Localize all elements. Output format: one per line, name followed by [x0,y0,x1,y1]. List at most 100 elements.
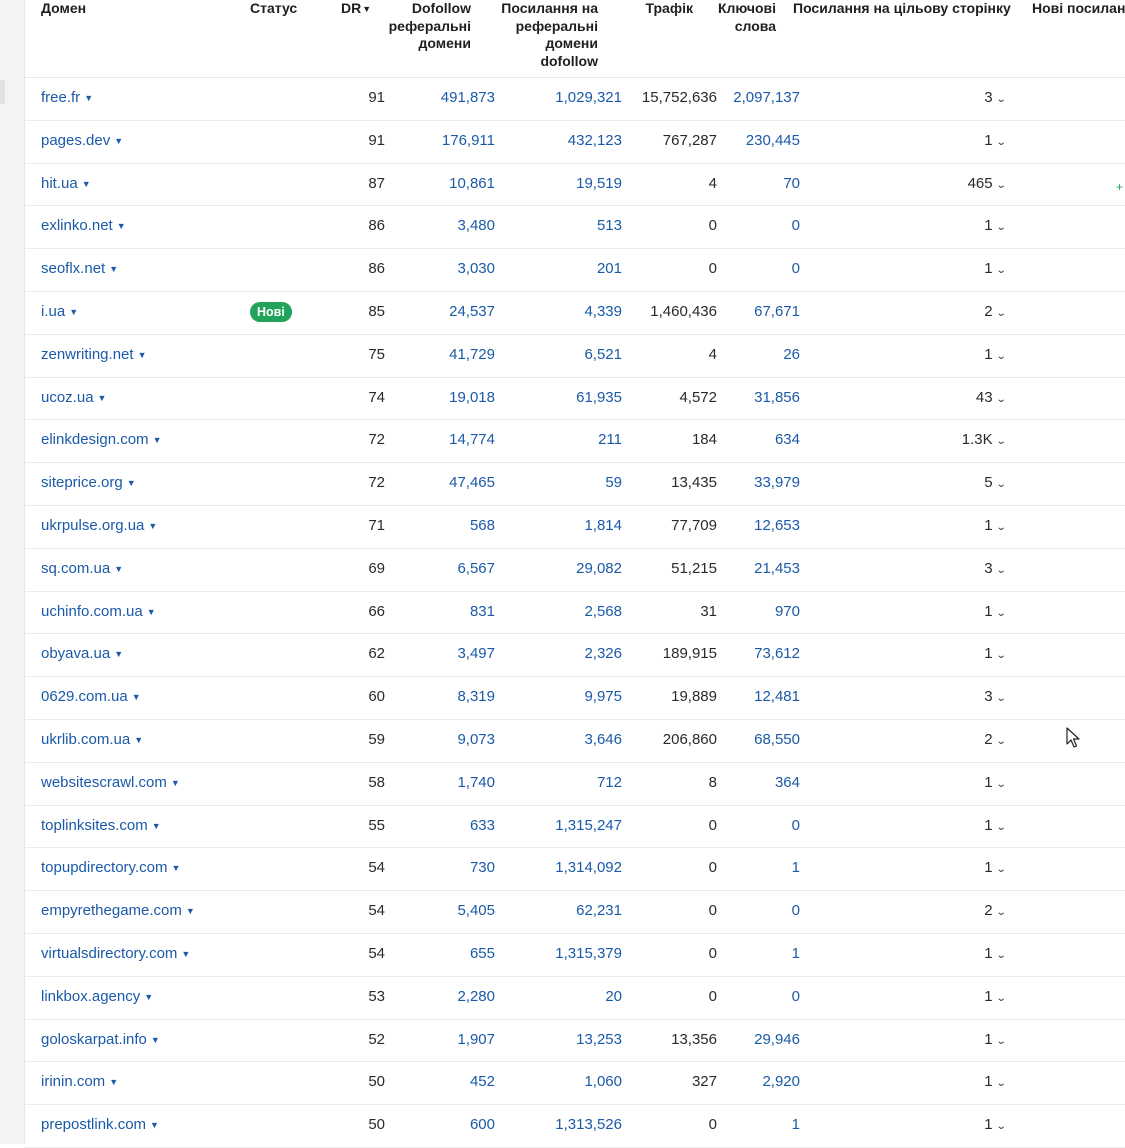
links-dofollow-value[interactable]: 29,082 [576,549,622,591]
target-links-dropdown[interactable]: 1 ⌄ [984,206,1006,248]
column-header-target-links[interactable]: Посилання на цільову сторінку [793,0,1011,18]
target-links-dropdown[interactable]: 465 ⌄ [968,164,1007,206]
column-header-keywords[interactable]: Ключові слова [718,0,776,35]
caret-down-icon[interactable]: ▼ [82,179,91,189]
caret-down-icon[interactable]: ▼ [127,478,136,488]
table-row[interactable]: websitescrawl.com ▼ 58 1,740 712 8 364 1 ⌄ [24,763,1125,806]
table-row[interactable]: topupdirectory.com ▼ 54 730 1,314,092 0 1 1 ⌄ [24,848,1125,892]
domain-link[interactable]: exlinko.net ▼ [41,206,126,248]
domain-link[interactable]: 0629.com.ua ▼ [41,677,141,719]
links-dofollow-value[interactable]: 4,339 [584,292,622,334]
chevron-down-icon[interactable]: ⌄ [995,551,1006,591]
chevron-down-icon[interactable]: ⌄ [995,166,1006,206]
dofollow-ref-domains-value[interactable]: 176,911 [442,121,495,163]
target-links-dropdown[interactable]: 3 ⌄ [984,78,1006,120]
chevron-down-icon[interactable]: ⌄ [995,80,1006,120]
caret-down-icon[interactable]: ▼ [171,863,180,873]
column-header-traffic[interactable]: Трафік [645,0,693,18]
dofollow-ref-domains-value[interactable]: 24,537 [449,292,495,334]
table-row[interactable]: ucoz.ua ▼ 74 19,018 61,935 4,572 31,856 43 ⌄ [24,378,1125,421]
table-row[interactable]: ukrpulse.org.ua ▼ 71 568 1,814 77,709 12,653 1 ⌄ [24,506,1125,549]
target-links-dropdown[interactable]: 1 ⌄ [984,335,1006,377]
dofollow-ref-domains-value[interactable]: 3,497 [457,634,495,676]
keywords-value[interactable]: 0 [792,249,800,291]
chevron-down-icon[interactable]: ⌄ [995,722,1006,762]
chevron-down-icon[interactable]: ⌄ [995,594,1006,634]
keywords-value[interactable]: 26 [783,335,800,377]
chevron-down-icon[interactable]: ⌄ [995,936,1006,976]
table-row[interactable]: virtualsdirectory.com ▼ 54 655 1,315,379 0 1 1 ⌄ [24,934,1125,977]
column-header-new-links[interactable]: Нові посилан [1032,0,1125,18]
table-row[interactable]: free.fr ▼ 91 491,873 1,029,321 15,752,636 2,09… [24,78,1125,121]
chevron-down-icon[interactable]: ⌄ [995,850,1006,890]
chevron-down-icon[interactable]: ⌄ [995,337,1006,377]
table-row[interactable]: i.ua ▼ Нові 85 24,537 4,339 1,460,436 67,671 2 ⌄ [24,292,1125,335]
chevron-down-icon[interactable]: ⌄ [995,1022,1006,1062]
table-row[interactable]: exlinko.net ▼ 86 3,480 513 0 0 1 ⌄ [24,206,1125,250]
table-row[interactable]: seoflx.net ▼ 86 3,030 201 0 0 1 ⌄ [24,249,1125,292]
table-row[interactable]: obyava.ua ▼ 62 3,497 2,326 189,915 73,612 1 ⌄ [24,634,1125,678]
column-header-domain[interactable]: Домен [41,0,86,18]
dofollow-ref-domains-value[interactable]: 1,907 [457,1020,495,1062]
chevron-down-icon[interactable]: ⌄ [995,765,1006,805]
domain-link[interactable]: siteprice.org ▼ [41,463,136,505]
domain-link[interactable]: ukrpulse.org.ua ▼ [41,506,157,548]
target-links-dropdown[interactable]: 1 ⌄ [984,121,1006,163]
chevron-down-icon[interactable]: ⌄ [995,123,1006,163]
dofollow-ref-domains-value[interactable]: 491,873 [441,78,495,120]
domain-link[interactable]: sq.com.ua ▼ [41,549,123,591]
chevron-down-icon[interactable]: ⌄ [995,1107,1006,1147]
dofollow-ref-domains-value[interactable]: 41,729 [449,335,495,377]
dofollow-ref-domains-value[interactable]: 8,319 [457,677,495,719]
domain-link[interactable]: goloskarpat.info ▼ [41,1020,160,1062]
caret-down-icon[interactable]: ▼ [150,1120,159,1130]
domain-link[interactable]: elinkdesign.com ▼ [41,420,161,462]
target-links-dropdown[interactable]: 1 ⌄ [984,977,1006,1019]
dofollow-ref-domains-value[interactable]: 19,018 [449,378,495,420]
table-row[interactable]: uchinfo.com.ua ▼ 66 831 2,568 31 970 1 ⌄ [24,592,1125,635]
dofollow-ref-domains-value[interactable]: 452 [470,1062,495,1104]
dofollow-ref-domains-value[interactable]: 6,567 [457,549,495,591]
links-dofollow-value[interactable]: 432,123 [568,121,622,163]
caret-down-icon[interactable]: ▼ [109,1077,118,1087]
caret-down-icon[interactable]: ▼ [84,93,93,103]
keywords-value[interactable]: 0 [792,206,800,248]
table-row[interactable]: hit.ua ▼ 87 10,861 19,519 4 70 465 ⌄ [24,164,1125,207]
keywords-value[interactable]: 70 [783,164,800,206]
keywords-value[interactable]: 0 [792,977,800,1019]
links-dofollow-value[interactable]: 1,814 [584,506,622,548]
caret-down-icon[interactable]: ▼ [117,221,126,231]
chevron-down-icon[interactable]: ⌄ [995,422,1006,462]
keywords-value[interactable]: 0 [792,891,800,933]
dofollow-ref-domains-value[interactable]: 3,030 [457,249,495,291]
keywords-value[interactable]: 230,445 [746,121,800,163]
keywords-value[interactable]: 29,946 [754,1020,800,1062]
dofollow-ref-domains-value[interactable]: 568 [470,506,495,548]
table-row[interactable]: ukrlib.com.ua ▼ 59 9,073 3,646 206,860 68,550 2… [24,720,1125,763]
table-row[interactable]: toplinksites.com ▼ 55 633 1,315,247 0 0 1 ⌄ [24,806,1125,849]
table-row[interactable]: goloskarpat.info ▼ 52 1,907 13,253 13,356 29,9… [24,1020,1125,1063]
domain-link[interactable]: pages.dev ▼ [41,121,123,163]
dofollow-ref-domains-value[interactable]: 9,073 [457,720,495,762]
target-links-dropdown[interactable]: 1 ⌄ [984,763,1006,805]
keywords-value[interactable]: 1 [792,934,800,976]
target-links-dropdown[interactable]: 1 ⌄ [984,806,1006,848]
domain-link[interactable]: websitescrawl.com ▼ [41,763,180,805]
dofollow-ref-domains-value[interactable]: 47,465 [449,463,495,505]
caret-down-icon[interactable]: ▼ [153,435,162,445]
domain-link[interactable]: prepostlink.com ▼ [41,1105,159,1147]
keywords-value[interactable]: 12,481 [754,677,800,719]
keywords-value[interactable]: 73,612 [754,634,800,676]
caret-down-icon[interactable]: ▼ [98,393,107,403]
table-row[interactable]: siteprice.org ▼ 72 47,465 59 13,435 33,979 5 ⌄ [24,463,1125,506]
table-row[interactable]: irinin.com ▼ 50 452 1,060 327 2,920 1 ⌄ [24,1062,1125,1106]
column-header-dr[interactable]: DR▼ [341,0,371,19]
caret-down-icon[interactable]: ▼ [152,821,161,831]
caret-down-icon[interactable]: ▼ [144,992,153,1002]
domain-link[interactable]: zenwriting.net ▼ [41,335,146,377]
chevron-down-icon[interactable]: ⌄ [995,979,1006,1019]
caret-down-icon[interactable]: ▼ [114,136,123,146]
domain-link[interactable]: uchinfo.com.ua ▼ [41,592,156,634]
domain-link[interactable]: toplinksites.com ▼ [41,806,161,848]
links-dofollow-value[interactable]: 9,975 [584,677,622,719]
